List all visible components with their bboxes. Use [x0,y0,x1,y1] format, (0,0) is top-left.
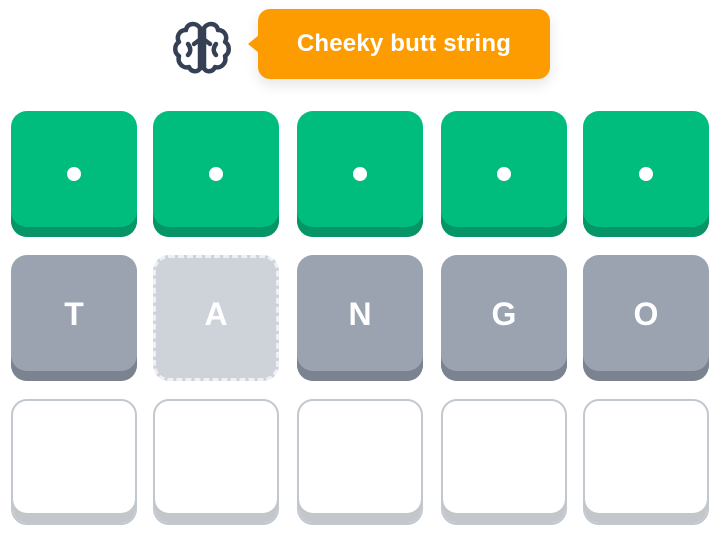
tile-letter: N [348,295,372,332]
tile-empty[interactable] [297,399,423,525]
tile-filled: O [583,255,709,381]
tile-letter: O [633,295,659,332]
tile-filled: T [11,255,137,381]
tile-correct [11,111,137,237]
tile-empty[interactable] [441,399,567,525]
tile-correct [583,111,709,237]
tile-dot [67,167,81,181]
tile-filled: N [297,255,423,381]
tile-dot [497,167,511,181]
tile-empty[interactable] [583,399,709,525]
tile-dot [353,167,367,181]
game-board: TANGO [0,0,720,535]
tile-dot [209,167,223,181]
tile-correct [441,111,567,237]
tile-dot [639,167,653,181]
tile-letter: T [64,295,84,332]
tile-revealed: A [153,255,279,381]
tile-empty[interactable] [153,399,279,525]
tile-letter: A [204,295,228,332]
tile-empty[interactable] [11,399,137,525]
tile-correct [297,111,423,237]
tile-letter: G [491,295,517,332]
tile-correct [153,111,279,237]
tile-filled: G [441,255,567,381]
